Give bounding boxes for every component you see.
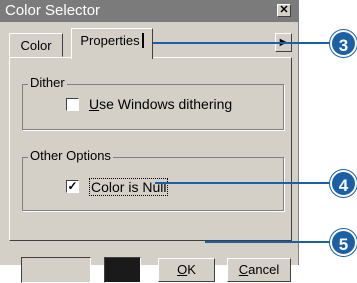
callout-4-badge: 4	[330, 170, 357, 197]
tab-color-label: Color	[20, 38, 52, 53]
callout-5-line	[205, 241, 333, 243]
color-selector-dialog: Color Selector ✕ Color Properties ▶ Dith…	[0, 0, 299, 265]
selected-color-swatch	[104, 257, 141, 283]
cancel-mnemonic: C	[238, 262, 249, 277]
tab-properties[interactable]: Properties	[71, 28, 153, 59]
windows-dithering-label-text: se Windows dithering	[99, 96, 233, 112]
title-bar: Color Selector ✕	[0, 0, 299, 22]
tab-properties-label: Properties	[80, 33, 144, 48]
close-button[interactable]: ✕	[277, 4, 291, 17]
windows-dithering-checkbox[interactable]	[66, 98, 79, 111]
windows-dithering-mnemonic: U	[89, 96, 100, 112]
current-color-swatch	[21, 257, 91, 283]
window-title: Color Selector	[5, 2, 101, 19]
ok-label: K	[187, 262, 196, 277]
tab-color[interactable]: Color	[9, 33, 63, 57]
callout-3-badge: 3	[330, 30, 357, 57]
windows-dithering-label[interactable]: Use Windows dithering	[89, 96, 232, 112]
callout-3-line	[153, 42, 333, 44]
color-is-null-checkbox[interactable]: ✓	[66, 180, 79, 193]
dither-group-legend: Dither	[28, 75, 67, 90]
callout-4-line	[155, 182, 333, 184]
cancel-button[interactable]: Cancel	[227, 258, 291, 282]
checkmark-icon: ✓	[67, 179, 78, 193]
ok-button[interactable]: OK	[158, 258, 215, 282]
close-icon: ✕	[279, 4, 289, 16]
callout-5-badge: 5	[330, 229, 357, 256]
cancel-label: ancel	[248, 262, 280, 277]
other-options-legend: Other Options	[28, 148, 113, 163]
ok-mnemonic: O	[177, 262, 188, 277]
color-is-null-label[interactable]: Color is Null	[89, 178, 169, 196]
